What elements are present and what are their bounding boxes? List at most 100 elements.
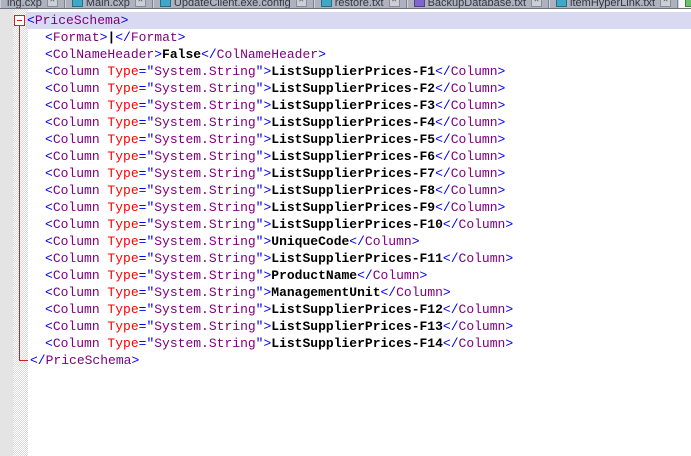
xml-element-name: Column [451, 149, 498, 164]
tab-schema[interactable]: Schema [678, 0, 691, 8]
fold-collapse-icon[interactable] [14, 15, 25, 26]
xml-attribute-value: System.String [154, 115, 255, 130]
xml-delimiter: =" [139, 64, 155, 79]
xml-element-name: Column [459, 302, 506, 317]
xml-delimiter: > [412, 234, 420, 249]
code-line[interactable]: </PriceSchema> [0, 352, 691, 369]
code-line[interactable]: <Column Type="System.String">ListSupplie… [0, 165, 691, 182]
xml-text: ListSupplierPrices-F9 [271, 200, 435, 215]
xml-delimiter: </ [443, 251, 459, 266]
xml-delimiter: > [498, 98, 506, 113]
code-line[interactable]: <Column Type="System.String">ListSupplie… [0, 335, 691, 352]
code-line[interactable]: <Column Type="System.String">ListSupplie… [0, 148, 691, 165]
code-line[interactable]: <ColNameHeader>False</ColNameHeader> [0, 46, 691, 63]
code-line[interactable]: <Column Type="System.String">ListSupplie… [0, 114, 691, 131]
xml-delimiter: > [505, 251, 513, 266]
xml-delimiter: < [45, 47, 53, 62]
xml-attribute-value: System.String [154, 183, 255, 198]
xml-element-name: PriceSchema [46, 353, 132, 368]
tab-label: UpdateClient.exe.config [174, 0, 291, 9]
xml-element-name: Column [53, 285, 108, 300]
code-line[interactable]: <Column Type="System.String">ListSupplie… [0, 80, 691, 97]
xml-delimiter: </ [115, 30, 131, 45]
xml-delimiter: < [45, 217, 53, 232]
code-line[interactable]: <Column Type="System.String">ListSupplie… [0, 318, 691, 335]
xml-element-name: Column [451, 132, 498, 147]
code-line[interactable]: <Column Type="System.String">ListSupplie… [0, 250, 691, 267]
tab-backupdatabase-txt[interactable]: BackupDatabase.txt✕ [407, 0, 549, 8]
tab-close-icon[interactable]: ✕ [296, 0, 307, 7]
code-line[interactable]: <Column Type="System.String">ManagementU… [0, 284, 691, 301]
code-line[interactable]: <Column Type="System.String">ListSupplie… [0, 199, 691, 216]
xml-attribute-value: System.String [154, 217, 255, 232]
xml-delimiter: > [505, 336, 513, 351]
xml-attribute-value: System.String [154, 285, 255, 300]
code-line[interactable]: <Column Type="System.String">ListSupplie… [0, 182, 691, 199]
xml-element-name: Column [373, 268, 420, 283]
xml-delimiter: "> [256, 319, 272, 334]
tab-close-icon[interactable]: ✕ [660, 0, 671, 7]
code-line[interactable]: <Column Type="System.String">ListSupplie… [0, 301, 691, 318]
xml-element-name: Column [451, 166, 498, 181]
xml-element-name: Column [451, 64, 498, 79]
tab-close-icon[interactable]: ✕ [135, 0, 146, 7]
xml-element-name: ColNameHeader [53, 47, 154, 62]
tab-updateclient-exe-config[interactable]: UpdateClient.exe.config ✕ [153, 0, 314, 8]
xml-attribute-name: Type [107, 302, 138, 317]
xml-delimiter: > [420, 268, 428, 283]
code-line[interactable]: <Column Type="System.String">UniqueCode<… [0, 233, 691, 250]
xml-delimiter: "> [256, 336, 272, 351]
xml-delimiter: </ [435, 64, 451, 79]
xml-delimiter: =" [139, 81, 155, 96]
tab-main-cxp[interactable]: Main.cxp✕ [65, 0, 153, 8]
code-line[interactable]: <Column Type="System.String">ListSupplie… [0, 216, 691, 233]
code-line[interactable]: <Format>|</Format> [0, 29, 691, 46]
code-area[interactable]: <PriceSchema><Format>|</Format><ColNameH… [0, 12, 691, 369]
tab-label: ing.cxp [7, 0, 42, 9]
xml-delimiter: </ [435, 183, 451, 198]
code-line[interactable]: <PriceSchema> [0, 12, 691, 29]
xml-delimiter: </ [443, 217, 459, 232]
xml-element-name: Column [53, 115, 108, 130]
fold-line-bend [19, 360, 28, 361]
xml-delimiter: "> [256, 81, 272, 96]
code-line[interactable]: <Column Type="System.String">ProductName… [0, 267, 691, 284]
tab-close-icon[interactable]: ✕ [47, 0, 58, 7]
xml-element-name: Column [451, 115, 498, 130]
code-line[interactable]: <Column Type="System.String">ListSupplie… [0, 131, 691, 148]
xml-delimiter: </ [443, 336, 459, 351]
xml-element-name: Column [451, 98, 498, 113]
xml-delimiter: "> [256, 268, 272, 283]
xml-attribute-value: System.String [154, 81, 255, 96]
xml-attribute-name: Type [107, 81, 138, 96]
code-line[interactable]: <Column Type="System.String">ListSupplie… [0, 97, 691, 114]
tab-close-icon[interactable]: ✕ [389, 0, 400, 7]
xml-element-name: Column [53, 200, 108, 215]
xml-delimiter: > [154, 47, 162, 62]
xml-delimiter: > [121, 13, 129, 28]
xml-delimiter: > [505, 319, 513, 334]
xml-attribute-name: Type [107, 149, 138, 164]
tab-itemhyperlink-txt[interactable]: itemHyperLink.txt✕ [549, 0, 678, 8]
xml-element-name: Column [459, 319, 506, 334]
xml-delimiter: "> [256, 64, 272, 79]
xml-attribute-name: Type [107, 251, 138, 266]
xml-attribute-name: Type [107, 285, 138, 300]
tab-close-icon[interactable]: ✕ [531, 0, 542, 7]
xml-delimiter: </ [201, 47, 217, 62]
xml-attribute-name: Type [107, 166, 138, 181]
xml-attribute-name: Type [107, 64, 138, 79]
tab-ing-cxp[interactable]: ing.cxp ✕ [0, 0, 65, 8]
document-icon [685, 0, 691, 7]
xml-delimiter: < [45, 285, 53, 300]
xml-editor[interactable]: <PriceSchema><Format>|</Format><ColNameH… [0, 9, 691, 456]
tab-restore-txt[interactable]: restore.txt✕ [314, 0, 407, 8]
code-line[interactable]: <Column Type="System.String">ListSupplie… [0, 63, 691, 80]
xml-delimiter: < [45, 319, 53, 334]
xml-attribute-value: System.String [154, 149, 255, 164]
xml-element-name: ColNameHeader [217, 47, 318, 62]
xml-delimiter: =" [139, 132, 155, 147]
xml-delimiter: < [45, 98, 53, 113]
tab-bar: ing.cxp✕Main.cxp✕UpdateClient.exe.config… [0, 0, 691, 9]
xml-element-name: Column [451, 81, 498, 96]
